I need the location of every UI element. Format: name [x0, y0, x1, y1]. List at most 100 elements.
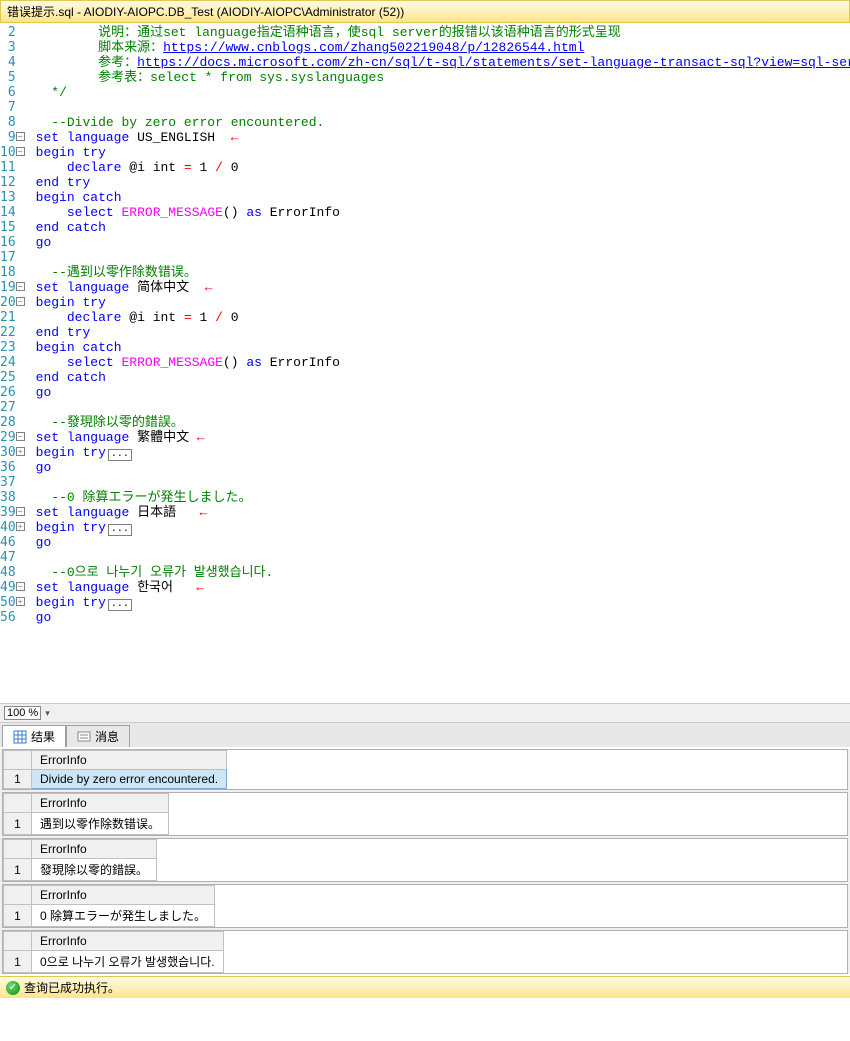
row-number[interactable]: 1: [4, 770, 32, 789]
zoom-bar: 100 % ▾: [0, 703, 850, 722]
result-grid[interactable]: ErrorInfo1Divide by zero error encounter…: [2, 749, 848, 790]
fold-toggle[interactable]: −: [16, 147, 25, 156]
line-number: 39−: [0, 505, 16, 520]
code-line[interactable]: end catch: [36, 220, 850, 235]
title-bar: 错误提示.sql - AIODIY-AIOPC.DB_Test (AIODIY-…: [0, 0, 850, 23]
code-line[interactable]: --0 除算エラーが発生しました。: [36, 490, 850, 505]
code-line[interactable]: set language 日本語 ←: [36, 505, 850, 520]
line-number: 2: [0, 25, 16, 40]
code-line[interactable]: end catch: [36, 370, 850, 385]
line-number: 40+: [0, 520, 16, 535]
line-number: 47: [0, 550, 16, 565]
line-number: 29−: [0, 430, 16, 445]
column-header[interactable]: ErrorInfo: [32, 794, 169, 813]
row-number[interactable]: 1: [4, 813, 32, 835]
code-line[interactable]: set language US_ENGLISH ←: [36, 130, 850, 145]
code-editor[interactable]: 23456789−10−111213141516171819−20−212223…: [0, 23, 850, 703]
tab-messages[interactable]: 消息: [66, 725, 130, 747]
row-number[interactable]: 1: [4, 859, 32, 881]
code-line[interactable]: 脚本来源：https://www.cnblogs.com/zhang502219…: [36, 40, 850, 55]
code-line[interactable]: go: [36, 385, 850, 400]
chevron-down-icon[interactable]: ▾: [45, 708, 50, 719]
line-number: 38: [0, 490, 16, 505]
cell-value[interactable]: Divide by zero error encountered.: [32, 770, 227, 789]
code-line[interactable]: --0으로 나누기 오류가 발생했습니다.: [36, 565, 850, 580]
code-line[interactable]: 说明：通过set language指定语种语言，使sql server的报错以该…: [36, 25, 850, 40]
fold-toggle[interactable]: +: [16, 597, 25, 606]
code-line[interactable]: --Divide by zero error encountered.: [36, 115, 850, 130]
line-number: 26: [0, 385, 16, 400]
code-line[interactable]: go: [36, 535, 850, 550]
code-line[interactable]: go: [36, 460, 850, 475]
row-number[interactable]: 1: [4, 951, 32, 973]
line-number: 15: [0, 220, 16, 235]
code-line[interactable]: --發現除以零的錯誤。: [36, 415, 850, 430]
cell-value[interactable]: 發現除以零的錯誤。: [32, 859, 157, 881]
line-number: 46: [0, 535, 16, 550]
code-line[interactable]: declare @i int = 1 / 0: [36, 310, 850, 325]
tab-label: 结果: [31, 728, 55, 745]
code-line[interactable]: go: [36, 610, 850, 625]
line-number: 7: [0, 100, 16, 115]
code-line[interactable]: set language 简体中文 ←: [36, 280, 850, 295]
code-line[interactable]: begin try...: [36, 520, 850, 535]
column-header[interactable]: ErrorInfo: [32, 840, 157, 859]
code-line[interactable]: set language 繁體中文 ←: [36, 430, 850, 445]
line-gutter: 23456789−10−111213141516171819−20−212223…: [0, 23, 22, 703]
code-line[interactable]: begin try...: [36, 595, 850, 610]
zoom-select[interactable]: 100 %: [4, 706, 41, 720]
fold-toggle[interactable]: +: [16, 447, 25, 456]
cell-value[interactable]: 0으로 나누기 오류가 발생했습니다.: [32, 951, 224, 973]
result-grid[interactable]: ErrorInfo1發現除以零的錯誤。: [2, 838, 848, 882]
code-line[interactable]: select ERROR_MESSAGE() as ErrorInfo: [36, 205, 850, 220]
code-line[interactable]: */: [36, 85, 850, 100]
fold-toggle[interactable]: −: [16, 582, 25, 591]
fold-toggle[interactable]: −: [16, 507, 25, 516]
line-number: 9−: [0, 130, 16, 145]
code-line[interactable]: begin try: [36, 145, 850, 160]
code-line[interactable]: set language 한국어 ←: [36, 580, 850, 595]
code-line[interactable]: 参考表：select * from sys.syslanguages: [36, 70, 850, 85]
line-number: 6: [0, 85, 16, 100]
cell-value[interactable]: 遇到以零作除数错误。: [32, 813, 169, 835]
code-line[interactable]: declare @i int = 1 / 0: [36, 160, 850, 175]
code-line[interactable]: end try: [36, 175, 850, 190]
code-line[interactable]: begin catch: [36, 340, 850, 355]
code-line[interactable]: begin try...: [36, 445, 850, 460]
tab-results[interactable]: 结果: [2, 725, 66, 747]
line-number: 16: [0, 235, 16, 250]
result-grid[interactable]: ErrorInfo1遇到以零作除数错误。: [2, 792, 848, 836]
code-line[interactable]: begin try: [36, 295, 850, 310]
row-number[interactable]: 1: [4, 905, 32, 927]
column-header[interactable]: ErrorInfo: [32, 751, 227, 770]
fold-toggle[interactable]: −: [16, 297, 25, 306]
fold-toggle[interactable]: +: [16, 522, 25, 531]
line-number: 24: [0, 355, 16, 370]
line-number: 25: [0, 370, 16, 385]
line-number: 4: [0, 55, 16, 70]
code-line[interactable]: begin catch: [36, 190, 850, 205]
code-body[interactable]: 说明：通过set language指定语种语言，使sql server的报错以该…: [22, 23, 850, 703]
code-line[interactable]: [36, 100, 850, 115]
code-line[interactable]: select ERROR_MESSAGE() as ErrorInfo: [36, 355, 850, 370]
code-line[interactable]: 参考：https://docs.microsoft.com/zh-cn/sql/…: [36, 55, 850, 70]
cell-value[interactable]: 0 除算エラーが発生しました。: [32, 905, 215, 927]
line-number: 18: [0, 265, 16, 280]
fold-toggle[interactable]: −: [16, 282, 25, 291]
code-line[interactable]: [36, 250, 850, 265]
line-number: 3: [0, 40, 16, 55]
code-line[interactable]: go: [36, 235, 850, 250]
code-line[interactable]: [36, 475, 850, 490]
result-grid[interactable]: ErrorInfo10으로 나누기 오류가 발생했습니다.: [2, 930, 848, 974]
grid-icon: [13, 730, 27, 744]
column-header[interactable]: ErrorInfo: [32, 886, 215, 905]
column-header[interactable]: ErrorInfo: [32, 932, 224, 951]
code-line[interactable]: [36, 400, 850, 415]
status-text: 查询已成功执行。: [24, 979, 120, 996]
code-line[interactable]: end try: [36, 325, 850, 340]
code-line[interactable]: --遇到以零作除数错误。: [36, 265, 850, 280]
fold-toggle[interactable]: −: [16, 132, 25, 141]
result-grid[interactable]: ErrorInfo10 除算エラーが発生しました。: [2, 884, 848, 928]
fold-toggle[interactable]: −: [16, 432, 25, 441]
code-line[interactable]: [36, 550, 850, 565]
